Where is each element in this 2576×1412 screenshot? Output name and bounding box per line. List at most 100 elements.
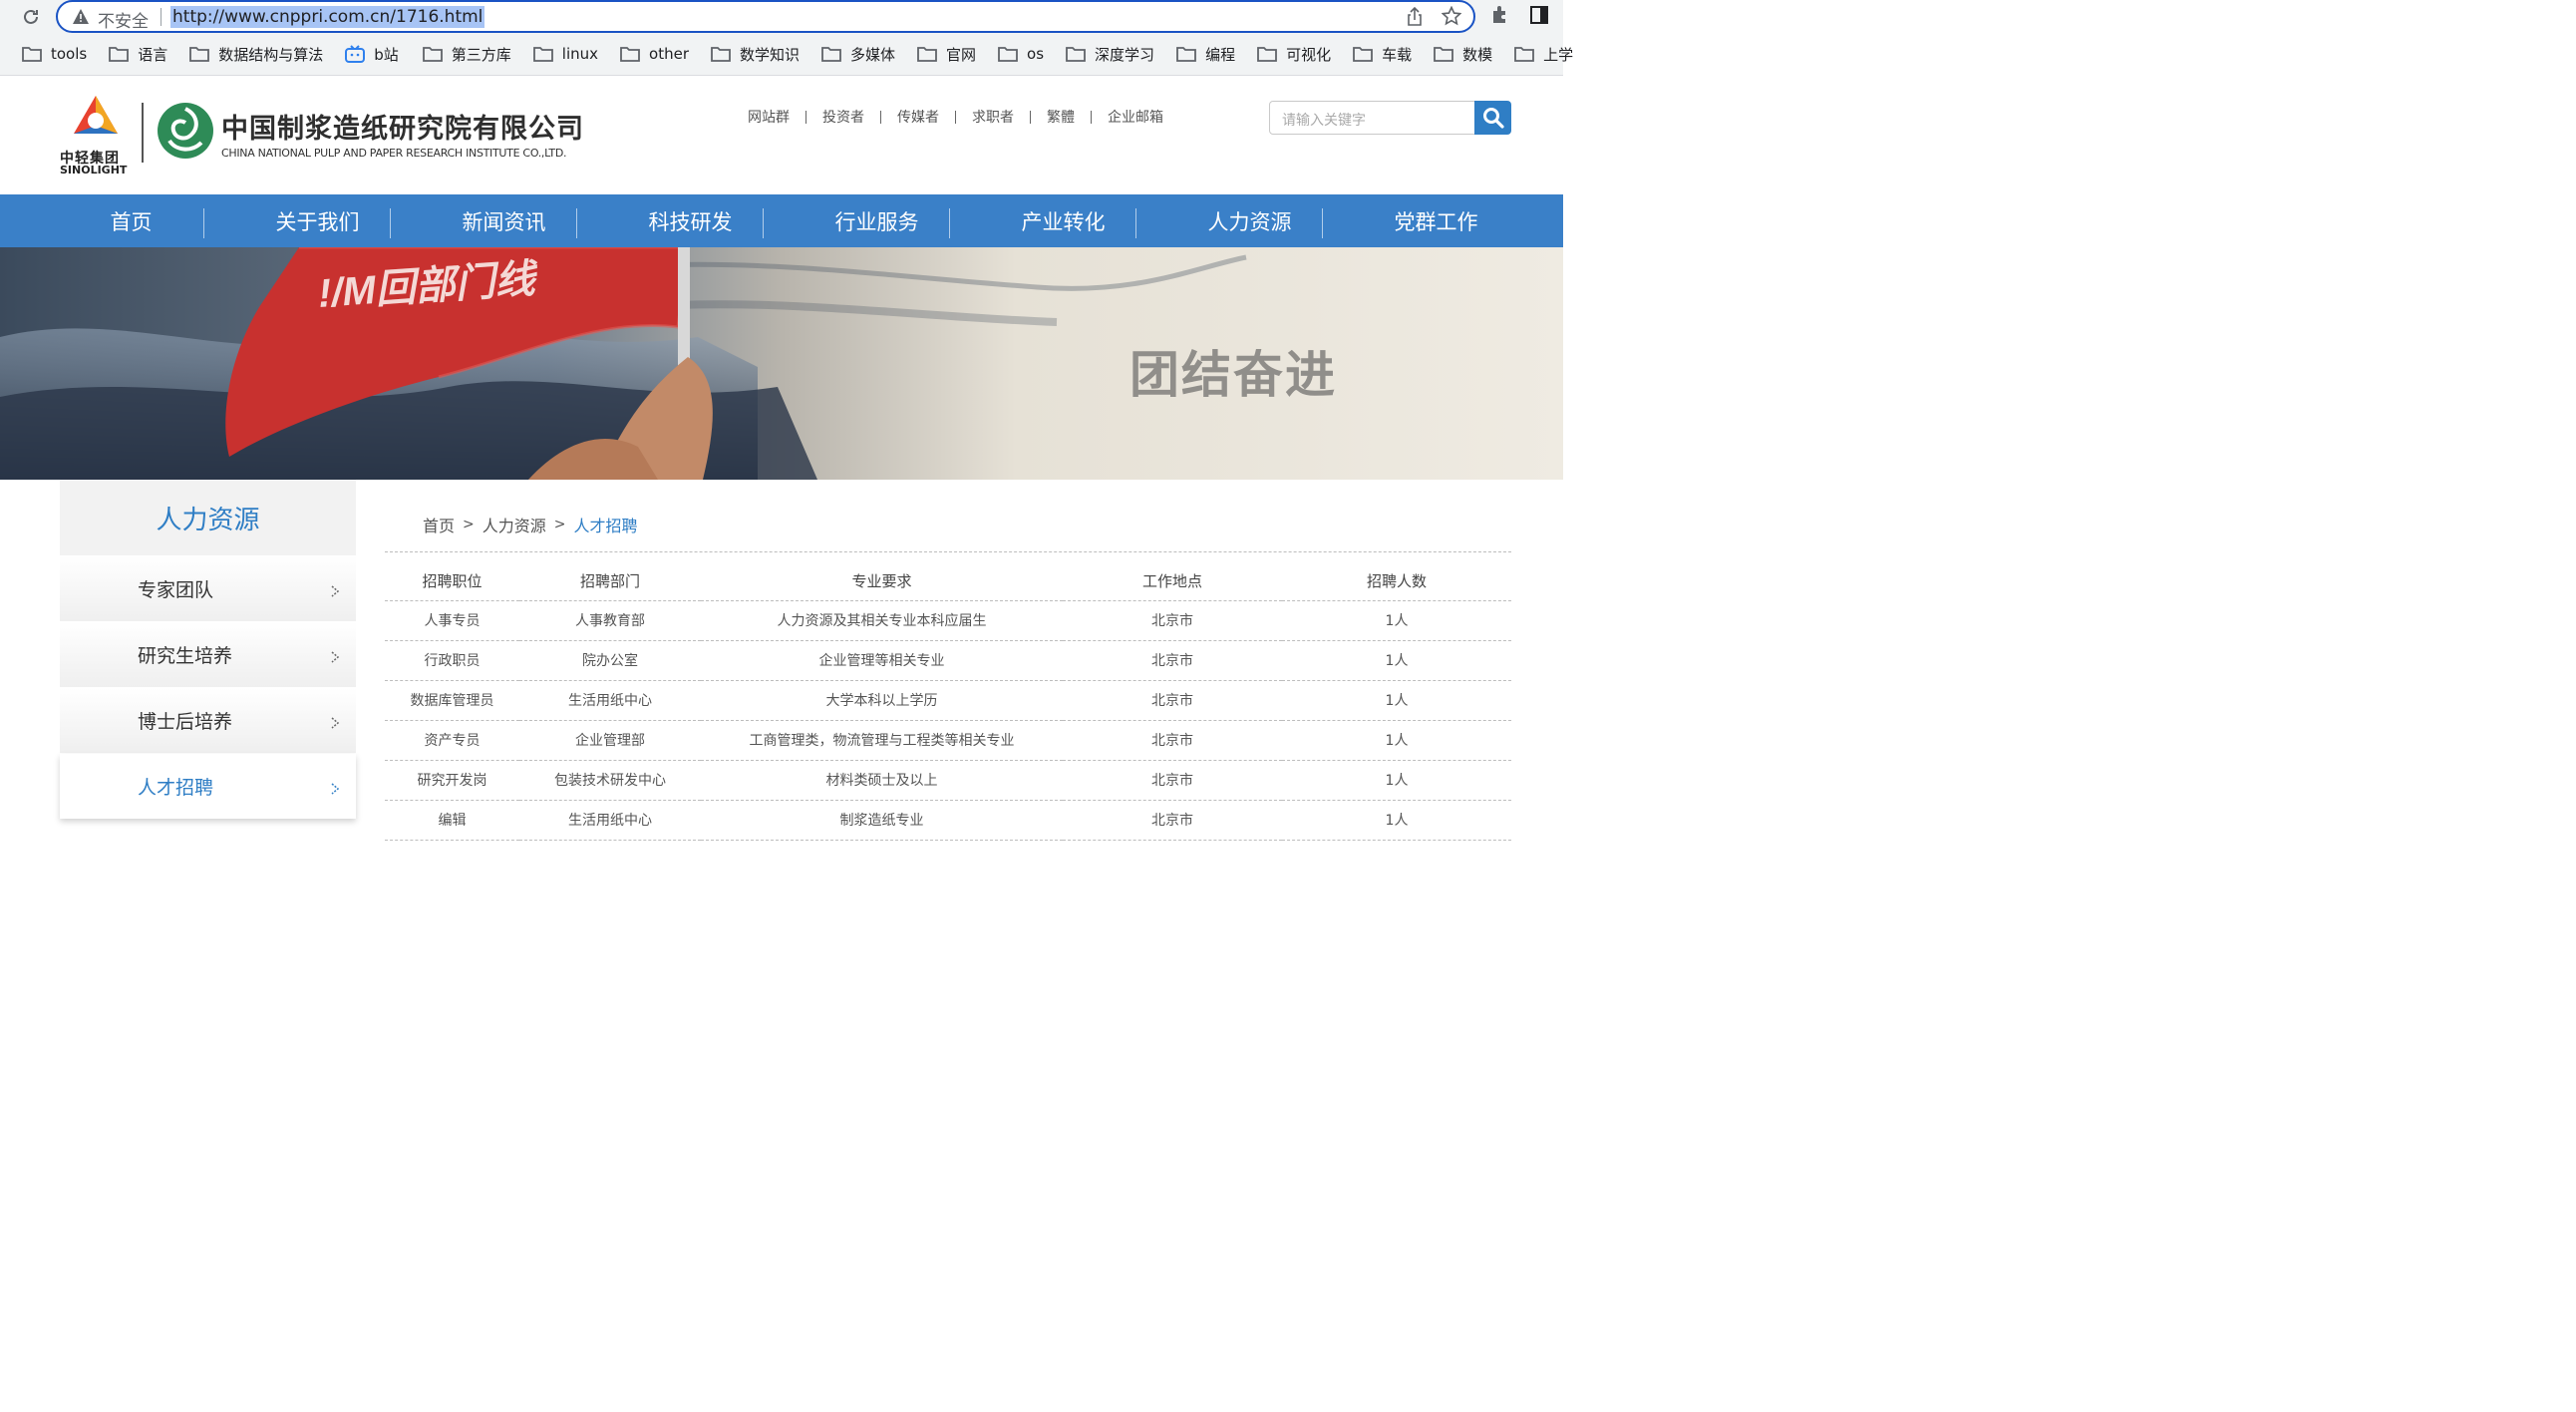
nav-item-2[interactable]: 新闻资讯 <box>411 194 597 247</box>
folder-icon <box>1257 47 1277 62</box>
bookmark-6[interactable]: other <box>620 45 689 63</box>
folder-icon <box>189 47 210 62</box>
sidebar-item-label: 研究生培养 <box>138 645 233 667</box>
table-cell: 工商管理类，物流管理与工程类等相关专业 <box>701 720 1063 761</box>
bookmark-1[interactable]: 语言 <box>109 44 167 65</box>
table-cell: 材料类硕士及以上 <box>701 760 1063 801</box>
bookmarks-bar: tools 语言 数据结构与算法 b站 第三方库 linux other 数学知识 多媒体 官网 o… <box>0 40 1573 68</box>
sidebar-item-0[interactable]: 专家团队 <box>60 556 356 621</box>
table-header-1: 招聘部门 <box>519 562 701 601</box>
table-cell: 1人 <box>1282 800 1511 841</box>
table-header-0: 招聘职位 <box>385 562 519 601</box>
bookmark-7[interactable]: 数学知识 <box>711 44 800 65</box>
folder-icon <box>711 47 731 62</box>
site-header: 中轻集团 SINOLIGHT 中国制浆造纸研究院有限公司 CHINA NATIO… <box>0 77 1563 194</box>
folder-icon <box>821 47 841 62</box>
bookmark-label: other <box>649 45 689 63</box>
folder-icon <box>620 47 640 62</box>
bookmark-label: 数学知识 <box>740 45 801 64</box>
main-nav: 首页 关于我们 新闻资讯 科技研发 行业服务 产业转化 人力资源 党群工作 <box>0 194 1563 247</box>
table-cell: 数据库管理员 <box>385 680 519 721</box>
table-row: 编辑 生活用纸中心 制浆造纸专业 北京市 1人 <box>385 800 1511 841</box>
top-link-separator <box>1091 110 1092 124</box>
url-text[interactable]: http://www.cnppri.com.cn/1716.html <box>170 6 485 28</box>
table-cell: 北京市 <box>1063 800 1282 841</box>
cnppri-logo[interactable] <box>156 101 215 165</box>
bookmark-label: 可视化 <box>1286 45 1332 64</box>
nav-item-5[interactable]: 产业转化 <box>970 194 1156 247</box>
table-header-4: 招聘人数 <box>1282 562 1511 601</box>
folder-icon <box>109 47 130 62</box>
bookmark-label: os <box>1027 45 1045 63</box>
top-link-5[interactable]: 企业邮箱 <box>1100 107 1171 127</box>
search-button[interactable] <box>1474 101 1511 135</box>
top-link-0[interactable]: 网站群 <box>740 107 798 127</box>
top-link-1[interactable]: 投资者 <box>814 107 872 127</box>
warning-icon <box>72 8 90 29</box>
folder-icon <box>1353 47 1373 62</box>
sidebar-title: 人力资源 <box>60 480 356 555</box>
nav-item-0[interactable]: 首页 <box>38 194 224 247</box>
table-cell: 北京市 <box>1063 720 1282 761</box>
bookmark-10[interactable]: os <box>998 45 1044 63</box>
sidebar-item-label: 专家团队 <box>138 579 214 601</box>
bookmark-star-icon[interactable] <box>1441 5 1462 30</box>
bookmark-label: 官网 <box>946 45 977 64</box>
top-link-3[interactable]: 求职者 <box>964 107 1022 127</box>
banner-slogan: 团结奋进 <box>1129 346 1337 404</box>
address-bar[interactable]: 不安全 http://www.cnppri.com.cn/1716.html <box>56 0 1475 33</box>
breadcrumb-divider <box>385 551 1511 552</box>
top-link-2[interactable]: 传媒者 <box>889 107 947 127</box>
nav-item-4[interactable]: 行业服务 <box>784 194 970 247</box>
top-link-4[interactable]: 繁體 <box>1039 107 1083 127</box>
bookmark-3[interactable]: b站 <box>345 44 399 65</box>
table-row: 行政职员 院办公室 企业管理等相关专业 北京市 1人 <box>385 640 1511 681</box>
nav-item-7[interactable]: 党群工作 <box>1343 194 1529 247</box>
table-cell: 北京市 <box>1063 600 1282 641</box>
table-cell: 人力资源及其相关专业本科应届生 <box>701 600 1063 641</box>
table-cell: 制浆造纸专业 <box>701 800 1063 841</box>
bookmark-5[interactable]: linux <box>532 45 598 63</box>
search-input[interactable]: 请输入关键字 <box>1269 101 1475 135</box>
nav-item-6[interactable]: 人力资源 <box>1156 194 1343 247</box>
chevron-right-icon <box>330 581 342 603</box>
bookmark-15[interactable]: 数模 <box>1434 44 1492 65</box>
bookmark-4[interactable]: 第三方库 <box>422 44 511 65</box>
nav-separator <box>1135 208 1136 238</box>
bookmark-0[interactable]: tools <box>22 45 87 63</box>
side-panel-icon[interactable] <box>1529 5 1549 29</box>
bookmark-16[interactable]: 上学 <box>1514 44 1573 65</box>
bookmark-11[interactable]: 深度学习 <box>1066 44 1154 65</box>
sidebar-item-2[interactable]: 博士后培养 <box>60 688 356 753</box>
breadcrumb-home[interactable]: 首页 <box>423 513 455 536</box>
nav-item-3[interactable]: 科技研发 <box>597 194 784 247</box>
search-icon <box>1482 108 1504 129</box>
bookmark-14[interactable]: 车载 <box>1353 44 1412 65</box>
breadcrumb: 首页 > 人力资源 > 人才招聘 <box>423 513 638 536</box>
sidebar-item-1[interactable]: 研究生培养 <box>60 622 356 687</box>
sinolight-name-en: SINOLIGHT <box>60 164 128 176</box>
bookmark-label: 数模 <box>1462 45 1493 64</box>
breadcrumb-hr[interactable]: 人力资源 <box>483 513 546 536</box>
table-cell: 企业管理等相关专业 <box>701 640 1063 681</box>
bookmark-12[interactable]: 编程 <box>1176 44 1235 65</box>
share-icon[interactable] <box>1406 6 1424 31</box>
sidebar: 人力资源 专家团队研究生培养博士后培养 人才招聘 <box>60 480 356 819</box>
nav-item-1[interactable]: 关于我们 <box>224 194 411 247</box>
bookmark-label: 深度学习 <box>1095 45 1155 64</box>
table-header-3: 工作地点 <box>1063 562 1282 601</box>
nav-separator <box>390 208 391 238</box>
bookmark-9[interactable]: 官网 <box>917 44 976 65</box>
puzzle-extensions-icon[interactable] <box>1489 4 1511 30</box>
sidebar-item-3[interactable]: 人才招聘 <box>60 754 356 819</box>
chevron-right-icon <box>330 779 342 801</box>
bookmark-2[interactable]: 数据结构与算法 <box>189 44 323 65</box>
top-link-separator <box>880 110 881 124</box>
table-cell: 人事教育部 <box>519 600 701 641</box>
table-cell: 1人 <box>1282 680 1511 721</box>
bookmark-label: tools <box>51 45 88 63</box>
bookmark-8[interactable]: 多媒体 <box>821 44 895 65</box>
bookmark-13[interactable]: 可视化 <box>1257 44 1331 65</box>
reload-icon[interactable] <box>18 4 44 30</box>
breadcrumb-current[interactable]: 人才招聘 <box>574 513 638 536</box>
